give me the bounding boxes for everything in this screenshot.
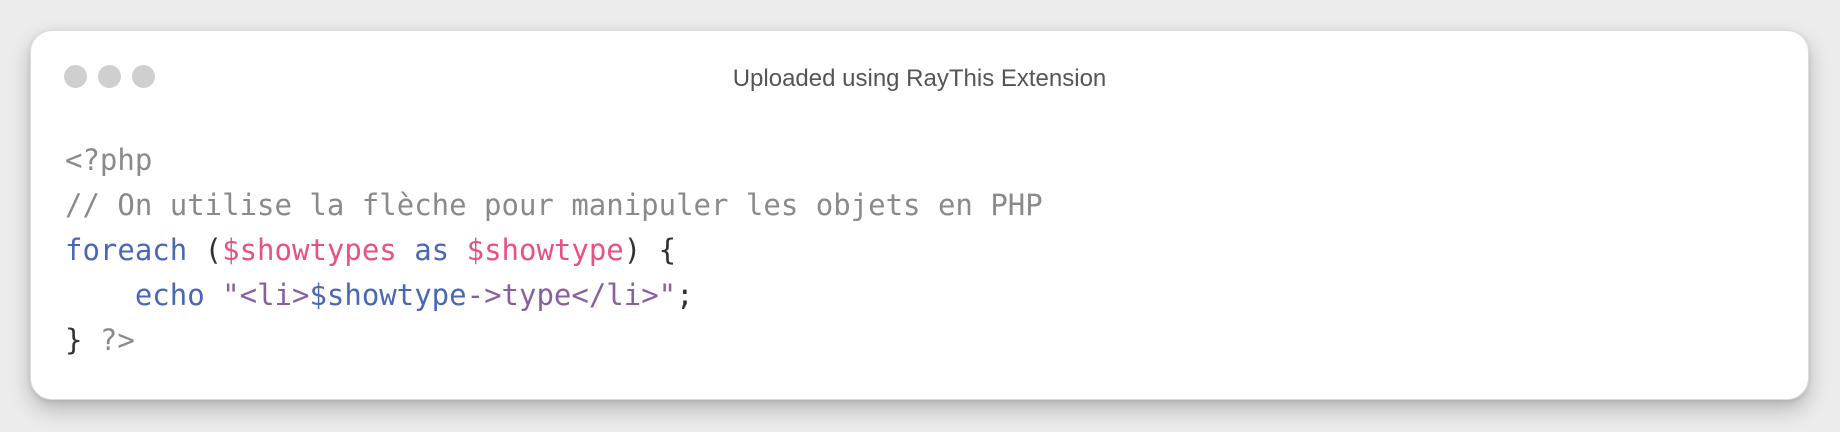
code-token: ->type</li>" [466, 278, 677, 312]
code-token: } [65, 323, 100, 357]
code-line: echo "<li>$showtype->type</li>"; [65, 273, 1043, 318]
code-token: ; [676, 278, 694, 312]
code-token: echo [134, 278, 205, 312]
code-token: ?> [99, 323, 135, 357]
code-window: Uploaded using RayThis Extension <?php //… [30, 30, 1809, 400]
code-line: // On utilise la flèche pour manipuler l… [65, 183, 1043, 228]
code-token: foreach [65, 233, 188, 267]
code-token: ) { [623, 233, 677, 267]
code-token: $showtypes [222, 233, 397, 267]
code-token: <?php [65, 143, 153, 177]
code-token: $showtype [466, 233, 624, 267]
code-token: $showtype [309, 278, 467, 312]
window-title: Uploaded using RayThis Extension [732, 65, 1107, 92]
code-token: as [414, 233, 450, 267]
code-line: <?php [65, 138, 1043, 183]
code-line: foreach ($showtypes as $showtype) { [65, 228, 1043, 273]
code-token: ( [187, 233, 223, 267]
code-token: // On utilise la flèche pour manipuler l… [65, 188, 1043, 222]
code-line: } ?> [65, 318, 1043, 363]
code-token: "<li> [222, 278, 310, 312]
code-block: <?php // On utilise la flèche pour manipu… [65, 138, 1043, 363]
